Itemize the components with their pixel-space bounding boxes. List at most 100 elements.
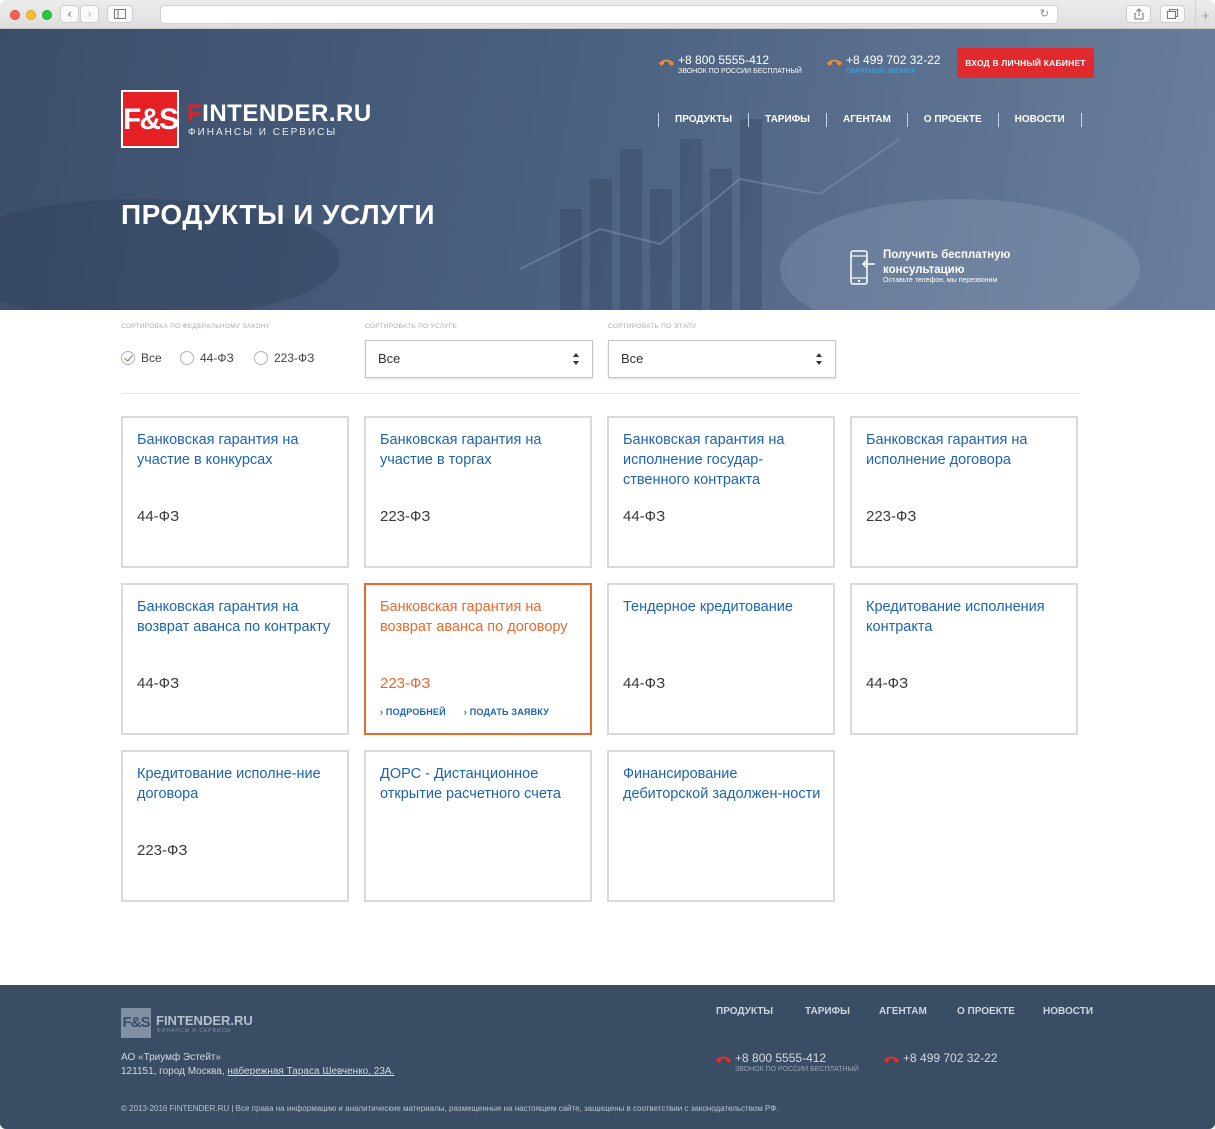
details-link-label: ПОДРОБНЕЙ: [385, 707, 446, 717]
page-title: ПРОДУКТЫ И УСЛУГИ: [121, 199, 436, 230]
footer-nav-about[interactable]: О ПРОЕКТЕ: [957, 1006, 1015, 1017]
hero-header: F&S FINTENDER.RU ФИНАНСЫ И СЕРВИСЫ +8 80…: [0, 29, 1215, 310]
law-radio-all[interactable]: Все: [121, 350, 162, 366]
phone-icon: [716, 1056, 731, 1063]
product-title[interactable]: Финансирование дебиторской задолжен-ност…: [623, 764, 823, 804]
product-card[interactable]: Банковская гарантия на возврат аванса по…: [121, 583, 349, 735]
law-filter-label: СОРТИРОВКА ПО ФЕДЕРАЛЬНОМУ ЗАКОНУ: [121, 323, 271, 330]
main-nav: ПРОДУКТЫ ТАРИФЫ АГЕНТАМ О ПРОЕКТЕ НОВОСТ…: [658, 112, 1082, 128]
phone-callback-icon: [850, 250, 875, 285]
apply-link-label: ПОДАТЬ ЗАЯВКУ: [469, 707, 550, 717]
footer-nav-news[interactable]: НОВОСТИ: [1043, 1006, 1093, 1017]
product-card[interactable]: Банковская гарантия на участие в конкурс…: [121, 416, 349, 568]
forward-icon[interactable]: ›: [80, 5, 99, 23]
details-link[interactable]: › ПОДРОБНЕЙ: [380, 707, 446, 717]
product-card-active[interactable]: Банковская гарантия на возврат аванса по…: [364, 583, 592, 735]
product-title[interactable]: Банковская гарантия на возврат аванса по…: [380, 597, 580, 637]
nav-item-products[interactable]: ПРОДУКТЫ: [659, 112, 748, 128]
footer-logo-subtitle: ФИНАНСЫ И СЕРВИСЫ: [157, 1028, 232, 1034]
product-actions: › ПОДРОБНЕЙ › ПОДАТЬ ЗАЯВКУ: [380, 707, 549, 717]
product-title[interactable]: Тендерное кредитование: [623, 597, 823, 617]
nav-item-tariffs[interactable]: ТАРИФЫ: [749, 112, 826, 128]
product-law: 223-ФЗ: [380, 675, 431, 692]
radio-label: 44-ФЗ: [200, 351, 234, 365]
login-button[interactable]: ВХОД В ЛИЧНЫЙ КАБИНЕТ: [957, 48, 1094, 78]
free-consultation-link[interactable]: Получить бесплатную консультацию Оставьт…: [849, 248, 1049, 288]
phone-icon: [827, 59, 842, 66]
consultation-subtitle: Оставьте телефон, мы перезвоним: [883, 277, 998, 284]
copyright: © 2013-2016 FINTENDER.RU | Все права на …: [121, 1104, 779, 1113]
law-radio-44[interactable]: 44-ФЗ: [180, 350, 234, 366]
logo-name: FINTENDER.RU: [187, 100, 372, 128]
site-footer: F&S FINTENDER.RU ФИНАНСЫ И СЕРВИСЫ ПРОДУ…: [0, 985, 1215, 1129]
consultation-title: Получить бесплатную консультацию: [883, 249, 1011, 276]
law-radio-223[interactable]: 223-ФЗ: [254, 350, 314, 366]
product-title[interactable]: Банковская гарантия на участие в конкурс…: [137, 430, 337, 470]
logo-subtitle: ФИНАНСЫ И СЕРВИСЫ: [188, 127, 338, 138]
footer-nav-agents[interactable]: АГЕНТАМ: [879, 1006, 927, 1017]
address-bar[interactable]: ↻: [160, 5, 1058, 24]
tabs-overview-icon[interactable]: [1160, 5, 1185, 23]
browser-window: ‹ › ↻ + F&S FINTENDER.RU ФИНАНСЫ И СЕРВИ…: [0, 0, 1215, 1129]
product-card[interactable]: Банковская гарантия на исполнение госуда…: [607, 416, 835, 568]
product-law: 44-ФЗ: [137, 508, 180, 525]
footer-address: АО «Триумф Эстейт» 121151, город Москва,…: [121, 1051, 394, 1079]
logo-badge: F&S: [121, 90, 179, 148]
back-icon[interactable]: ‹: [60, 5, 79, 23]
service-select[interactable]: Все: [365, 340, 593, 378]
phone-number[interactable]: +8 800 5555-412: [735, 1051, 826, 1065]
footer-nav-tariffs[interactable]: ТАРИФЫ: [805, 1006, 850, 1017]
address-link[interactable]: набережная Тараса Шевченко, 23А.: [227, 1066, 394, 1077]
product-card[interactable]: Кредитование исполне-ние договора 223-ФЗ: [121, 750, 349, 902]
share-icon[interactable]: [1126, 5, 1151, 23]
minimize-window-button[interactable]: [26, 10, 36, 20]
divider: [121, 393, 1080, 394]
phone-number[interactable]: +8 499 702 32-22: [903, 1051, 997, 1065]
product-card[interactable]: Тендерное кредитование 44-ФЗ: [607, 583, 835, 735]
product-title[interactable]: Банковская гарантия на исполнение догово…: [866, 430, 1066, 470]
phone-icon: [884, 1056, 899, 1063]
stage-select[interactable]: Все: [608, 340, 836, 378]
apply-link[interactable]: › ПОДАТЬ ЗАЯВКУ: [464, 707, 549, 717]
close-window-button[interactable]: [10, 10, 20, 20]
radio-label: Все: [141, 351, 162, 365]
product-card[interactable]: ДОРС - Дистанционное открытие расчетного…: [364, 750, 592, 902]
product-title[interactable]: Кредитование исполнения контракта: [866, 597, 1066, 637]
footer-logo-badge: F&S: [121, 1008, 151, 1038]
stage-select-value: Все: [621, 351, 644, 366]
phone-number[interactable]: +8 800 5555-412: [678, 53, 769, 67]
footer-nav-products[interactable]: ПРОДУКТЫ: [716, 1006, 773, 1017]
product-card[interactable]: Кредитование исполнения контракта 44-ФЗ: [850, 583, 1078, 735]
product-law: 44-ФЗ: [623, 508, 666, 525]
product-card[interactable]: Банковская гарантия на исполнение догово…: [850, 416, 1078, 568]
zoom-window-button[interactable]: [42, 10, 52, 20]
phone-icon: [659, 59, 674, 66]
service-filter-label: СОРТИРОВАТЬ ПО УСЛУГЕ: [365, 323, 458, 330]
nav-item-agents[interactable]: АГЕНТАМ: [827, 112, 907, 128]
sidebar-toggle-icon[interactable]: [107, 5, 133, 23]
stage-filter-label: СОРТИРОВАТЬ ПО ЭТАПУ: [608, 323, 697, 330]
footer-logo-name: FINTENDER.RU: [156, 1013, 253, 1028]
browser-toolbar: ‹ › ↻ +: [0, 0, 1215, 29]
product-card[interactable]: Банковская гарантия на участие в торгах …: [364, 416, 592, 568]
product-title[interactable]: ДОРС - Дистанционное открытие расчетного…: [380, 764, 580, 804]
nav-item-news[interactable]: НОВОСТИ: [999, 112, 1081, 128]
address-text: 121151, город Москва,: [121, 1066, 228, 1077]
callback-link[interactable]: ОБРАТНЫЙ ЗВОНОК: [846, 68, 916, 75]
product-title[interactable]: Банковская гарантия на возврат аванса по…: [137, 597, 337, 637]
product-title[interactable]: Банковская гарантия на исполнение госуда…: [623, 430, 823, 490]
product-card[interactable]: Финансирование дебиторской задолжен-ност…: [607, 750, 835, 902]
nav-item-about[interactable]: О ПРОЕКТЕ: [908, 112, 998, 128]
product-law: 223-ФЗ: [866, 508, 917, 525]
product-law: 44-ФЗ: [866, 675, 909, 692]
phone-number[interactable]: +8 499 702 32-22: [846, 53, 940, 67]
reload-icon[interactable]: ↻: [1040, 7, 1049, 20]
product-title[interactable]: Кредитование исполне-ние договора: [137, 764, 337, 804]
new-tab-icon[interactable]: +: [1195, 0, 1215, 29]
product-law: 223-ФЗ: [380, 508, 431, 525]
product-title[interactable]: Банковская гарантия на участие в торгах: [380, 430, 580, 470]
product-law: 223-ФЗ: [137, 842, 188, 859]
logo-name-initial: F: [187, 100, 203, 127]
nav-separator: [1080, 113, 1082, 127]
select-arrows-icon: [816, 353, 822, 365]
